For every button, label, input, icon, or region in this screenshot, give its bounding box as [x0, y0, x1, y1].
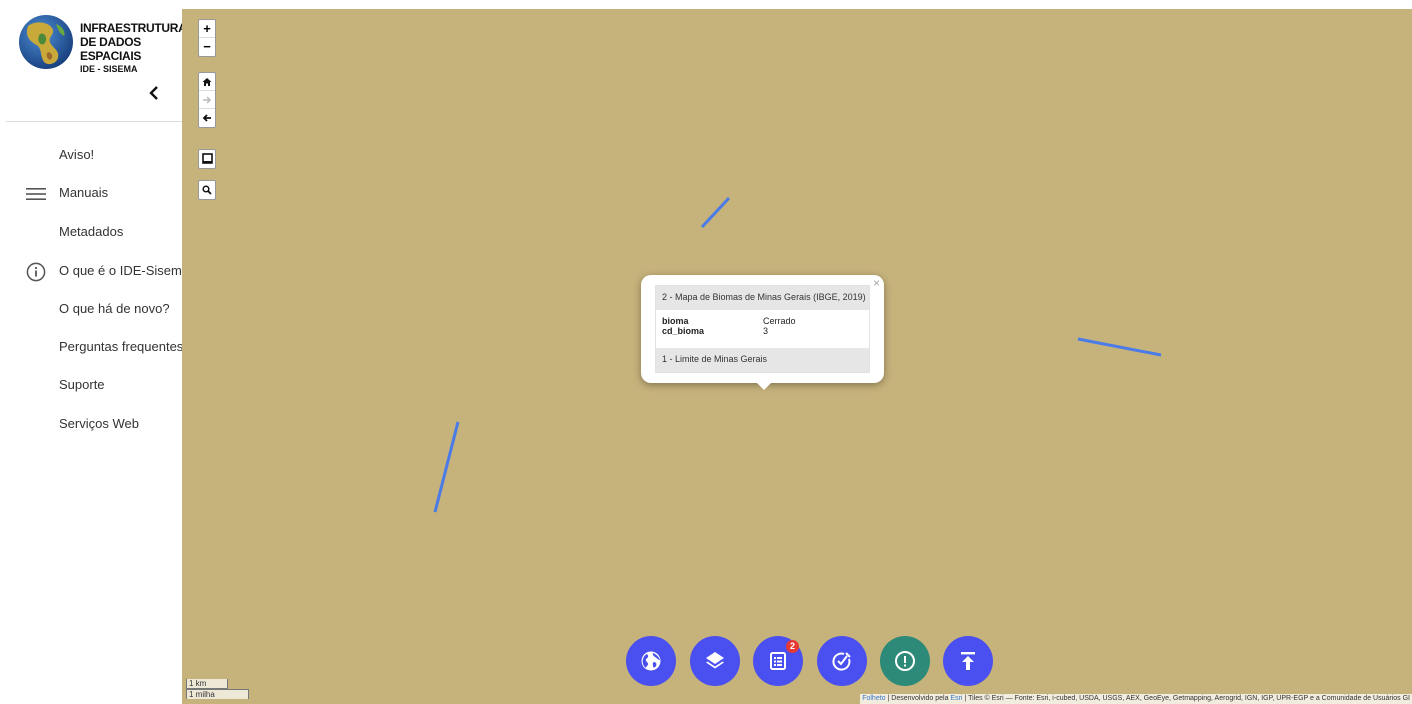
boundary-line-segment [700, 196, 731, 229]
logo-subtitle: IDE - SISEMA [80, 64, 138, 74]
attribute-value: Cerrado [763, 316, 796, 326]
attribution-tiles-text: | Tiles © Esri — Fonte: Esri, i-cubed, U… [962, 695, 1410, 702]
popup-close-button[interactable]: × [873, 276, 880, 290]
attribution-dev-text: | Desenvolvido pela [885, 695, 951, 702]
hamburger-icon [26, 188, 46, 200]
menu-item-label: Manuais [59, 185, 109, 200]
menu-item-o-que-e[interactable]: O que é o IDE-Sisema [0, 253, 189, 291]
zoom-control: + − [198, 19, 216, 57]
notification-badge: 2 [786, 640, 799, 653]
globe-icon [641, 651, 661, 671]
info-icon [26, 262, 46, 282]
chevron-left-icon [149, 86, 158, 100]
arrow-left-icon [202, 114, 211, 122]
attribute-value: 3 [763, 326, 769, 336]
arrow-right-icon [203, 96, 212, 104]
search-control [198, 180, 216, 200]
legend-list-button[interactable]: 2 [753, 636, 803, 686]
menu-item-perguntas[interactable]: Perguntas frequentes [0, 329, 184, 367]
home-button[interactable] [199, 73, 215, 91]
forward-extent-button[interactable] [199, 91, 215, 109]
logo-title-line2: DE DADOS ESPACIAIS [80, 35, 142, 63]
collapse-sidebar-button[interactable] [146, 82, 162, 104]
logo-text: INFRAESTRUTURA DE DADOS ESPACIAIS IDE - … [80, 21, 187, 75]
edit-check-icon [832, 652, 851, 671]
list-icon [770, 652, 786, 670]
menu-item-label: Metadados [59, 224, 124, 239]
layers-icon [706, 652, 724, 669]
attribute-key: cd_bioma [662, 326, 705, 336]
menu-item-label: Perguntas frequentes [59, 339, 184, 354]
scale-bar: 1 km 1 milha [186, 679, 249, 699]
popup-other-layer[interactable]: 1 - Limite de Minas Gerais [656, 348, 869, 372]
boundary-line-segment [433, 421, 460, 513]
map-attribution: Folheto | Desenvolvido pela Esri | Tiles… [860, 694, 1412, 704]
popup-layer-title[interactable]: 2 - Mapa de Biomas de Minas Gerais (IBGE… [656, 286, 869, 310]
esri-link[interactable]: Esri [950, 695, 962, 702]
layers-button[interactable] [690, 636, 740, 686]
back-extent-button[interactable] [199, 109, 215, 127]
home-icon [202, 78, 212, 86]
alert-icon [895, 651, 915, 671]
menu-item-label: Aviso! [59, 147, 95, 162]
box-select-control [198, 149, 216, 169]
scale-km: 1 km [186, 679, 228, 689]
popup-content: 2 - Mapa de Biomas de Minas Gerais (IBGE… [655, 285, 870, 373]
search-button[interactable] [199, 181, 215, 199]
scale-mile: 1 milha [186, 689, 249, 699]
menu-item-label: O que é o IDE-Sisema [59, 263, 190, 278]
magnifier-icon [202, 185, 212, 195]
globe-logo-icon [19, 15, 73, 69]
menu-item-suporte[interactable]: Suporte [0, 367, 182, 405]
menu-item-novidades[interactable]: O que há de novo? [0, 291, 182, 329]
attribute-row: bioma Cerrado [662, 316, 863, 326]
basemap-button[interactable] [626, 636, 676, 686]
box-select-icon [201, 153, 213, 164]
zoom-in-button[interactable]: + [199, 20, 215, 38]
upload-icon [961, 652, 975, 670]
upload-button[interactable] [943, 636, 993, 686]
logo-title-line1: INFRAESTRUTURA [80, 21, 187, 35]
menu-item-manuais[interactable]: Manuais [0, 175, 182, 213]
menu-item-label: Suporte [59, 377, 105, 392]
popup-tip [755, 381, 773, 390]
box-select-button[interactable] [199, 150, 215, 168]
menu-item-metadados[interactable]: Metadados [0, 214, 182, 252]
feature-info-popup: × 2 - Mapa de Biomas de Minas Gerais (IB… [641, 275, 884, 390]
navigation-control [198, 72, 216, 128]
attribute-row: cd_bioma 3 [662, 326, 863, 336]
menu-item-label: Serviços Web [59, 416, 139, 431]
sidebar-divider [6, 121, 182, 122]
ide-sisema-logo[interactable]: INFRAESTRUTURA DE DADOS ESPACIAIS IDE - … [18, 14, 187, 74]
popup-attributes: bioma Cerrado cd_bioma 3 [656, 310, 869, 348]
boundary-line-segment [1077, 337, 1162, 357]
menu-item-servicos-web[interactable]: Serviços Web [0, 406, 182, 444]
menu-item-aviso[interactable]: Aviso! [0, 137, 182, 175]
alert-button[interactable] [880, 636, 930, 686]
map-canvas[interactable]: + − × 2 - Mapa de Biomas de Minas Gerais… [182, 9, 1412, 704]
menu-item-label: O que há de novo? [59, 301, 170, 316]
draw-edit-button[interactable] [817, 636, 867, 686]
sidebar: INFRAESTRUTURA DE DADOS ESPACIAIS IDE - … [0, 0, 189, 704]
zoom-out-button[interactable]: − [199, 38, 215, 56]
attribute-key: bioma [662, 316, 689, 326]
leaflet-link[interactable]: Folheto [862, 695, 885, 702]
